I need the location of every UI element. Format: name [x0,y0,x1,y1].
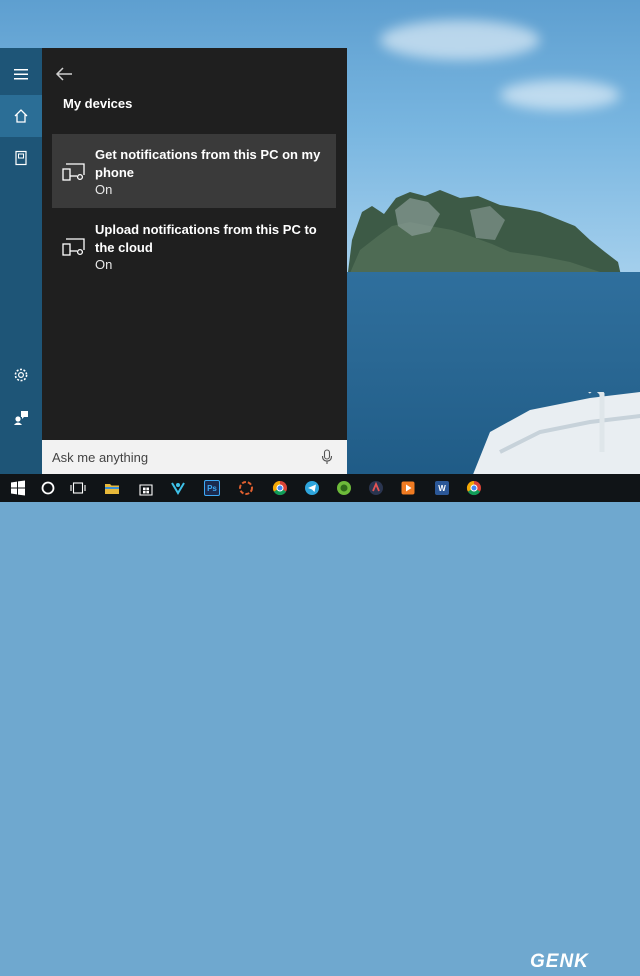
home-button[interactable] [0,95,42,137]
chrome-button[interactable] [459,474,489,502]
taskbar: Ps W GENK [0,474,640,972]
app-icon [401,481,415,495]
home-icon [14,109,28,123]
back-button[interactable] [52,62,76,86]
device-setting-item[interactable]: Get notifications from this PC on my pho… [52,134,336,208]
task-view-icon [70,482,86,494]
task-view-button[interactable] [63,474,93,502]
settings-button[interactable] [0,354,42,396]
microphone-button[interactable] [318,448,336,466]
photoshop-icon: Ps [204,480,220,496]
chrome-icon [272,480,287,496]
word-button[interactable]: W [427,474,457,502]
telegram-button[interactable] [297,474,327,502]
app-button[interactable] [393,474,423,502]
store-button[interactable] [131,474,161,502]
device-setting-status: On [95,257,113,272]
device-setting-title: Upload notifications from this PC to the… [95,222,317,255]
app-icon [171,482,185,495]
windows-start-icon [11,480,25,496]
search-input[interactable] [42,440,312,474]
app-icon [369,481,383,495]
file-explorer-icon [105,484,119,494]
start-button[interactable] [3,474,33,502]
notebook-icon [15,150,27,166]
back-arrow-icon [55,67,72,81]
devices-icon [62,238,85,256]
genk-watermark: GENK [530,951,589,972]
app-icon [239,481,253,495]
app-button[interactable] [329,474,359,502]
hamburger-menu-icon [14,69,28,80]
photoshop-button[interactable]: Ps [197,474,227,502]
word-icon: W [435,481,449,495]
hamburger-menu-button[interactable] [0,53,42,95]
chrome-button[interactable] [265,474,295,502]
telegram-icon [305,481,319,495]
cortana-search-button[interactable] [33,474,63,502]
device-setting-status: On [95,182,113,197]
feedback-icon [14,411,28,425]
app-button[interactable] [361,474,391,502]
file-explorer-button[interactable] [97,474,127,502]
devices-icon [62,163,85,181]
page-title: My devices [63,96,133,111]
app-button[interactable] [163,474,193,502]
cortana-content: My devices Get notifications from this P… [42,48,347,440]
app-icon [337,481,351,495]
ask-bar [42,440,347,474]
store-icon [139,484,153,496]
cortana-search-icon [41,481,55,495]
wallpaper-boat [473,392,640,474]
cortana-panel: My devices Get notifications from this P… [0,48,347,474]
device-setting-title: Get notifications from this PC on my pho… [95,147,321,180]
settings-icon [14,368,28,382]
chrome-icon [466,480,481,496]
device-setting-item[interactable]: Upload notifications from this PC to the… [52,209,336,283]
feedback-button[interactable] [0,396,42,438]
notebook-button[interactable] [0,137,42,179]
app-button[interactable] [231,474,261,502]
microphone-icon [321,449,333,464]
cortana-rail [0,48,42,474]
